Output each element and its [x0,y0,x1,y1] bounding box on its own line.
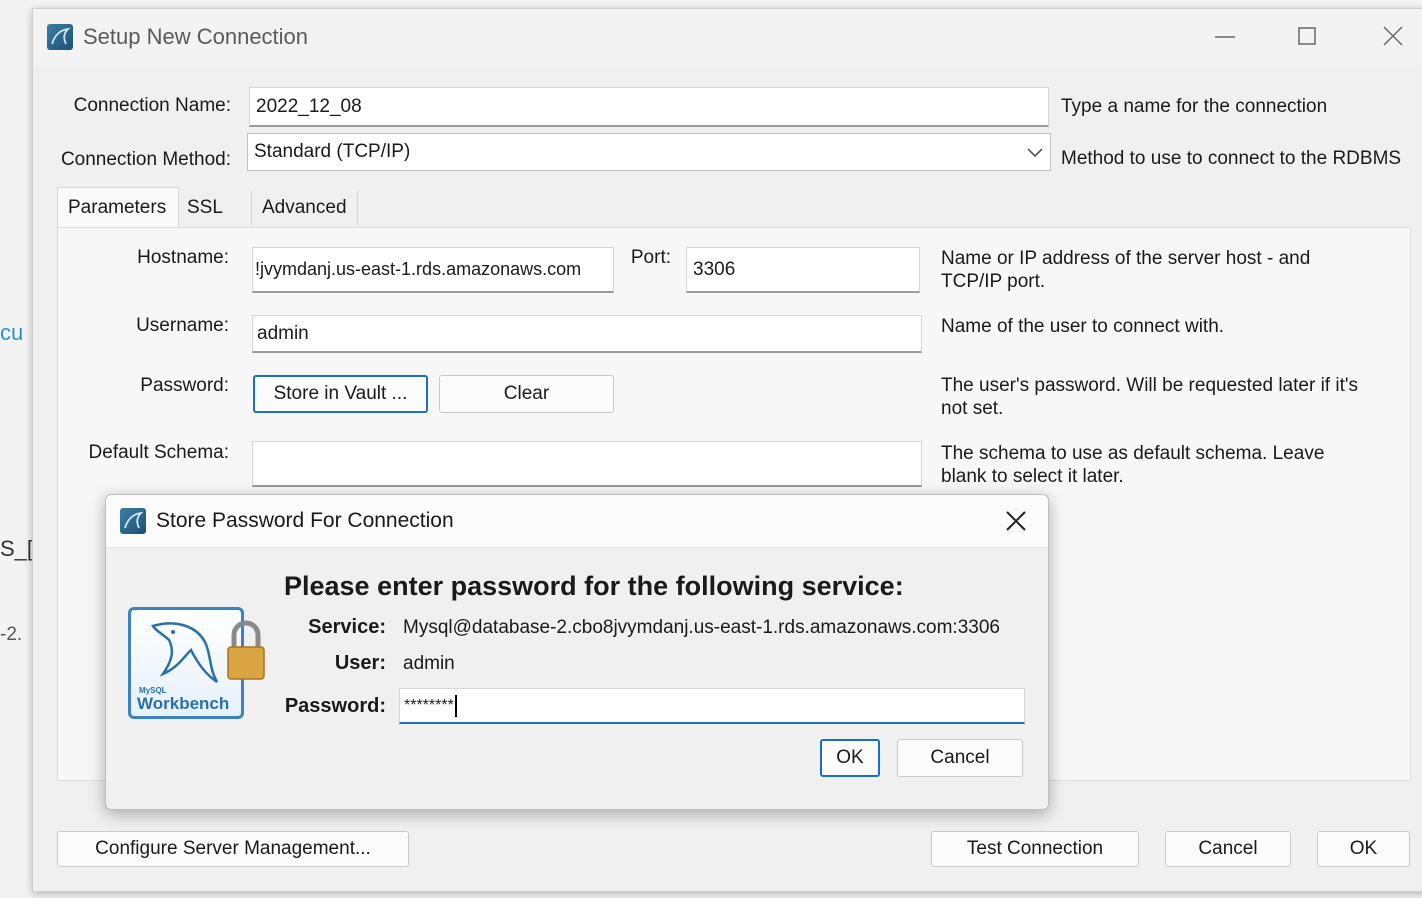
background-text-3: -2. [0,624,23,645]
service-value: Mysql@database-2.cbo8jvymdanj.us-east-1.… [403,617,1000,638]
dialog-cancel-button[interactable]: Cancel [897,739,1023,777]
default-schema-help-line-2: blank to select it later. [941,466,1124,487]
dialog-ok-button[interactable]: OK [820,739,880,777]
dialog-title-bar: Store Password For Connection [106,495,1048,548]
workbench-app-icon [120,508,146,534]
password-label: Password: [284,695,386,717]
test-connection-button[interactable]: Test Connection [931,831,1139,867]
connection-method-select[interactable]: Standard (TCP/IP) [247,133,1051,171]
username-help: Name of the user to connect with. [941,316,1225,337]
default-schema-label: Default Schema: [88,442,229,463]
background-text-2: S_[ [0,536,34,561]
chevron-down-icon [1027,148,1043,158]
configure-server-management-button[interactable]: Configure Server Management... [57,831,409,867]
minimize-icon[interactable] [1205,21,1245,51]
dialog-heading: Please enter password for the following … [284,571,904,601]
logo-text: Workbench [137,694,230,713]
tab-ssl[interactable]: SSL [177,191,233,225]
connection-method-label: Connection Method: [60,149,231,170]
password-help-line-2: not set. [941,398,1004,419]
lock-icon [224,617,268,683]
connection-method-value: Standard (TCP/IP) [254,141,411,162]
tab-parameters[interactable]: Parameters [57,187,179,228]
username-label: Username: [136,315,229,336]
cancel-button[interactable]: Cancel [1165,831,1291,867]
close-icon[interactable] [1373,21,1413,51]
hostname-input[interactable]: !jvymdanj.us-east-1.rds.amazonaws.com [252,247,614,293]
dialog-password-input[interactable]: ******** [399,688,1025,724]
user-label: User: [334,652,386,674]
service-label: Service: [308,616,386,638]
text-cursor [454,694,457,717]
tab-advanced[interactable]: Advanced [251,191,358,225]
hostname-help-line-1: Name or IP address of the server host - … [941,248,1311,269]
window-title: Setup New Connection [83,24,309,49]
title-bar: Setup New Connection [33,9,1422,65]
port-label: Port: [630,247,671,268]
password-label: Password: [140,375,229,396]
workbench-app-icon [47,24,73,50]
default-schema-input[interactable] [252,441,922,487]
password-help-line-1: The user's password. Will be requested l… [941,375,1358,396]
connection-name-label: Connection Name: [73,95,231,116]
dialog-close-icon[interactable] [1002,507,1030,535]
hostname-label: Hostname: [137,247,229,268]
store-password-dialog: Store Password For Connection MySQL Work… [105,494,1049,810]
dialog-title: Store Password For Connection [156,509,454,532]
maximize-icon[interactable] [1287,21,1327,51]
clear-password-button[interactable]: Clear [439,375,614,413]
connection-name-input[interactable]: 2022_12_08 [249,87,1049,127]
username-input[interactable]: admin [252,315,922,353]
connection-name-help: Type a name for the connection [1061,96,1328,117]
default-schema-help-line-1: The schema to use as default schema. Lea… [941,443,1325,464]
connection-method-help: Method to use to connect to the RDBMS [1061,148,1402,169]
port-input[interactable]: 3306 [686,247,920,293]
ok-button[interactable]: OK [1317,831,1410,867]
store-in-vault-button[interactable]: Store in Vault ... [253,375,428,413]
password-value: ******** [404,696,454,714]
background-text-1: cu [0,320,24,345]
user-value: admin [403,653,455,674]
hostname-help-line-2: TCP/IP port. [941,271,1046,292]
